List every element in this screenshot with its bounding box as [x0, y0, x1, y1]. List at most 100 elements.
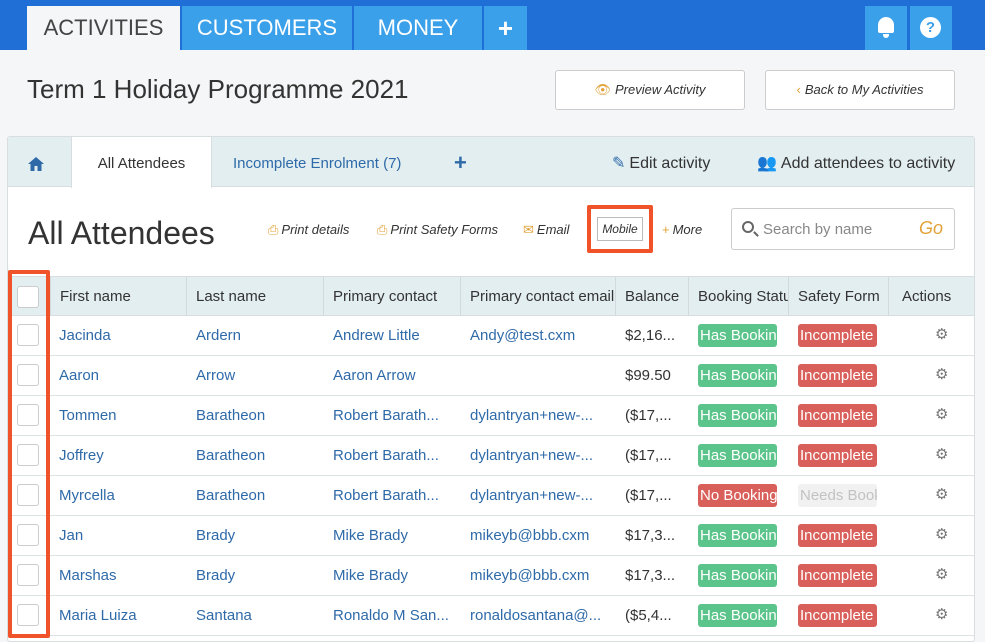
primary-contact-email-link[interactable]	[470, 356, 610, 396]
first-name-link[interactable]: Joffrey	[59, 436, 184, 476]
balance-value: $99.50	[625, 367, 671, 384]
first-name-link[interactable]: Jacinda	[59, 316, 184, 356]
column-safety-form[interactable]: Safety Form	[788, 277, 888, 316]
balance-value: $2,16...	[625, 327, 676, 344]
table-row: Marshas Brady Mike Brady mikeyb@bbb.cxm $17,…	[8, 556, 974, 596]
tab-money[interactable]: MONEY	[354, 6, 482, 50]
envelope-icon: ✉	[523, 222, 534, 237]
safety-form-badge: Incomplete	[798, 524, 877, 547]
help-button[interactable]: ?	[910, 6, 952, 50]
eye-icon: 👁	[594, 82, 611, 97]
column-primary-contact-email[interactable]: Primary contact email	[460, 277, 615, 316]
booking-status-badge: Has Booking	[698, 364, 777, 387]
balance-value: ($17,...	[625, 407, 672, 424]
safety-form-badge: Incomplete	[798, 564, 877, 587]
gear-icon[interactable]: ⚙	[935, 527, 948, 542]
table-row: Myrcella Baratheon Robert Barath... dylantr…	[8, 476, 974, 516]
booking-status-badge: Has Booking	[698, 524, 777, 547]
first-name-link[interactable]: Maria Luiza	[59, 596, 184, 636]
users-icon: 👥	[757, 155, 777, 172]
tab-customers[interactable]: CUSTOMERS	[182, 6, 352, 50]
balance-value: ($17,...	[625, 447, 672, 464]
last-name-link[interactable]: Baratheon	[196, 396, 321, 436]
edit-activity-label: Edit activity	[629, 155, 711, 172]
preview-activity-button[interactable]: 👁 Preview Activity	[555, 70, 745, 110]
add-tab-button[interactable]: +	[484, 6, 527, 50]
tab-incomplete-enrolment[interactable]: Incomplete Enrolment (7)	[233, 137, 401, 187]
back-to-activities-button[interactable]: ‹ Back to My Activities	[765, 70, 955, 110]
last-name-link[interactable]: Brady	[196, 516, 321, 556]
preview-activity-label: Preview Activity	[614, 82, 706, 97]
primary-contact-email-link[interactable]: mikeyb@bbb.cxm	[470, 556, 610, 596]
gear-icon[interactable]: ⚙	[935, 327, 948, 342]
primary-contact-email-link[interactable]: Andy@test.cxm	[470, 316, 610, 356]
add-attendees-link[interactable]: 👥 Add attendees to activity	[757, 137, 955, 187]
gear-icon[interactable]: ⚙	[935, 607, 948, 622]
tab-all-attendees[interactable]: All Attendees	[71, 137, 212, 188]
primary-contact-link[interactable]: Andrew Little	[333, 316, 458, 356]
mobile-button[interactable]: Mobile	[597, 217, 643, 241]
first-name-link[interactable]: Tommen	[59, 396, 184, 436]
column-booking-status[interactable]: Booking Status	[688, 277, 788, 316]
search-icon	[742, 221, 754, 233]
primary-contact-link[interactable]: Mike Brady	[333, 556, 458, 596]
last-name-link[interactable]: Baratheon	[196, 476, 321, 516]
gear-icon[interactable]: ⚙	[935, 407, 948, 422]
gear-icon[interactable]: ⚙	[935, 367, 948, 382]
search-input[interactable]: Search by name	[763, 221, 872, 238]
home-icon	[28, 156, 44, 171]
first-name-link[interactable]: Aaron	[59, 356, 184, 396]
primary-contact-link[interactable]: Robert Barath...	[333, 436, 458, 476]
column-primary-contact[interactable]: Primary contact	[323, 277, 460, 316]
gear-icon[interactable]: ⚙	[935, 487, 948, 502]
print-details-button[interactable]: ⎙ Print details	[268, 222, 349, 238]
column-actions: Actions	[888, 277, 974, 316]
first-name-link[interactable]: Myrcella	[59, 476, 184, 516]
edit-activity-link[interactable]: ✎ Edit activity	[612, 137, 710, 187]
last-name-link[interactable]: Brady	[196, 556, 321, 596]
gear-icon[interactable]: ⚙	[935, 567, 948, 582]
section-title: All Attendees	[28, 215, 215, 251]
primary-contact-link[interactable]: Robert Barath...	[333, 476, 458, 516]
safety-form-badge: Incomplete	[798, 404, 877, 427]
mobile-button-highlight: Mobile	[587, 205, 653, 253]
email-button[interactable]: ✉ Email	[523, 222, 569, 238]
booking-status-badge: Has Booking	[698, 324, 777, 347]
safety-form-badge: Needs Booking	[798, 484, 877, 507]
last-name-link[interactable]: Santana	[196, 596, 321, 636]
primary-contact-link[interactable]: Aaron Arrow	[333, 356, 458, 396]
first-name-link[interactable]: Marshas	[59, 556, 184, 596]
last-name-link[interactable]: Baratheon	[196, 436, 321, 476]
balance-value: ($5,4...	[625, 607, 672, 624]
checkbox-column-highlight	[8, 270, 50, 638]
table-row: Jacinda Ardern Andrew Little Andy@test.cxm $…	[8, 316, 974, 356]
pencil-icon: ✎	[612, 155, 626, 172]
more-button[interactable]: + More	[662, 222, 702, 237]
notifications-button[interactable]	[865, 6, 907, 50]
home-tab[interactable]	[28, 137, 48, 187]
gear-icon[interactable]: ⚙	[935, 447, 948, 462]
sub-tab-strip: All Attendees Incomplete Enrolment (7) +…	[8, 137, 974, 188]
print-safety-forms-button[interactable]: ⎙ Print Safety Forms	[377, 222, 498, 238]
last-name-link[interactable]: Ardern	[196, 316, 321, 356]
column-balance[interactable]: Balance	[615, 277, 688, 316]
chevron-left-icon: ‹	[796, 82, 801, 97]
first-name-link[interactable]: Jan	[59, 516, 184, 556]
primary-contact-email-link[interactable]: dylantryan+new-...	[470, 396, 610, 436]
primary-contact-link[interactable]: Robert Barath...	[333, 396, 458, 436]
last-name-link[interactable]: Arrow	[196, 356, 321, 396]
column-last-name[interactable]: Last name	[186, 277, 323, 316]
primary-contact-email-link[interactable]: mikeyb@bbb.cxm	[470, 516, 610, 556]
primary-contact-email-link[interactable]: dylantryan+new-...	[470, 436, 610, 476]
primary-contact-email-link[interactable]: ronaldosantana@...	[470, 596, 610, 636]
primary-contact-email-link[interactable]: dylantryan+new-...	[470, 476, 610, 516]
balance-value: $17,3...	[625, 567, 676, 584]
primary-contact-link[interactable]: Ronaldo M San...	[333, 596, 458, 636]
tab-activities[interactable]: ACTIVITIES	[27, 6, 180, 50]
primary-contact-link[interactable]: Mike Brady	[333, 516, 458, 556]
booking-status-badge: No Booking	[698, 484, 777, 507]
column-first-name[interactable]: First name	[50, 277, 186, 316]
go-button[interactable]: Go	[919, 218, 943, 239]
more-label: More	[672, 222, 703, 237]
add-subtab-button[interactable]: +	[454, 137, 467, 187]
